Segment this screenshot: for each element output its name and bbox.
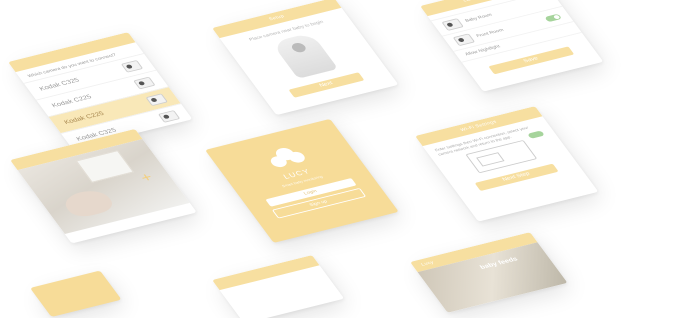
live-feed-screen: + xyxy=(10,128,197,244)
camera-icon xyxy=(120,59,144,73)
camera-icon xyxy=(157,110,181,123)
toggle-switch[interactable] xyxy=(544,13,562,22)
camera-icon xyxy=(145,93,168,107)
feed-label: baby feeds xyxy=(478,256,520,271)
place-camera-screen: Setup Place camera near baby to begin Ne… xyxy=(212,0,399,116)
camera-icon xyxy=(133,76,156,90)
settings-item-label: Baby Room xyxy=(464,12,494,24)
mockup-stage: Which camera do you want to connect? Kod… xyxy=(0,0,683,318)
wifi-settings-screen: Wi-Fi Settings Enter Settings then Wi-Fi… xyxy=(415,106,599,222)
camera-settings-screen: camera settings Baby Room Front Room All… xyxy=(420,0,604,92)
camera-icon xyxy=(452,33,476,47)
baby-shape xyxy=(59,187,118,220)
camera-icon xyxy=(441,18,464,31)
feed-photo[interactable]: baby feeds xyxy=(417,242,568,313)
splash-screen-partial xyxy=(30,270,122,318)
window-shape xyxy=(75,150,134,183)
model-select-screen: Which camera do you want to connect? Kod… xyxy=(8,32,193,150)
feed-list-screen: Lucy baby feeds xyxy=(410,232,568,313)
add-icon[interactable]: + xyxy=(138,171,157,186)
camera-device-illustration xyxy=(271,32,339,79)
settings-item-label: Front Room xyxy=(475,27,505,39)
lucy-home-screen: LUCY Smart baby monitoring Login Sign up xyxy=(205,118,399,243)
profile-screen xyxy=(212,255,345,318)
